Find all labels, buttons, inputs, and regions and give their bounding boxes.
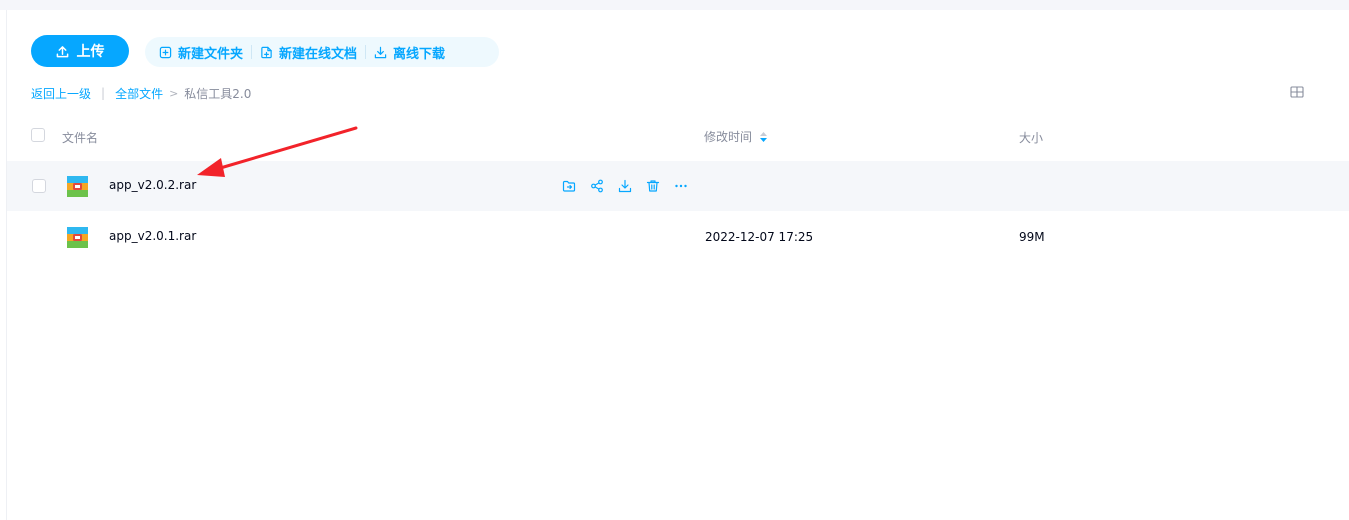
- upload-label: 上传: [76, 44, 105, 60]
- file-name[interactable]: app_v2.0.2.rar: [109, 178, 196, 192]
- column-header-size: 大小: [1019, 131, 1044, 145]
- left-border: [6, 10, 7, 520]
- offline-download-icon: [374, 46, 387, 58]
- move-to-folder-button[interactable]: [560, 178, 578, 194]
- move-to-folder-icon: [562, 180, 576, 192]
- row-actions: [560, 178, 690, 194]
- upload-button[interactable]: 上传: [31, 35, 129, 67]
- new-doc-icon: [261, 46, 272, 58]
- new-folder-label: 新建文件夹: [178, 46, 244, 62]
- select-all-checkbox[interactable]: [31, 128, 45, 142]
- file-name[interactable]: app_v2.0.1.rar: [109, 229, 196, 243]
- back-link[interactable]: 返回上一级: [31, 85, 91, 102]
- file-row[interactable]: app_v2.0.1.rar 2022-12-07 17:25 99M: [7, 212, 1349, 262]
- current-folder: 私信工具2.0: [184, 86, 252, 101]
- grid-view-toggle-icon[interactable]: [1290, 85, 1304, 99]
- new-folder-icon: [159, 46, 172, 58]
- column-header-name: 文件名: [62, 131, 99, 145]
- top-strip: [0, 0, 1349, 10]
- rar-archive-icon: [67, 176, 88, 197]
- delete-icon: [646, 180, 660, 192]
- delete-button[interactable]: [644, 178, 662, 194]
- more-icon: [675, 184, 687, 188]
- share-button[interactable]: [588, 178, 606, 194]
- file-row[interactable]: app_v2.0.2.rar: [7, 161, 1349, 211]
- breadcrumb-separator: |: [101, 86, 106, 100]
- share-icon: [591, 179, 603, 193]
- column-header-time[interactable]: 修改时间: [704, 128, 768, 145]
- more-button[interactable]: [672, 178, 690, 194]
- all-files-link[interactable]: 全部文件: [115, 85, 163, 102]
- file-size: 99M: [1019, 230, 1045, 244]
- breadcrumb-arrow: >: [169, 86, 179, 100]
- upload-icon: [56, 45, 68, 57]
- sort-icon[interactable]: [759, 131, 768, 143]
- breadcrumb: 返回上一级 | 全部文件 > 私信工具2.0: [31, 85, 251, 101]
- new-online-doc-label: 新建在线文档: [279, 46, 358, 62]
- download-button[interactable]: [616, 178, 634, 194]
- file-modified-time: 2022-12-07 17:25: [705, 230, 814, 244]
- rar-archive-icon: [67, 227, 88, 248]
- file-list-header: 文件名 修改时间 大小: [0, 122, 1349, 150]
- new-online-doc-button[interactable]: 新建在线文档: [252, 37, 365, 67]
- download-icon: [618, 179, 632, 193]
- toolbar-group: 新建文件夹 新建在线文档 离线下载: [145, 37, 499, 67]
- offline-download-button[interactable]: 离线下载: [366, 37, 453, 67]
- new-folder-button[interactable]: 新建文件夹: [151, 37, 251, 67]
- row-checkbox[interactable]: [32, 179, 46, 193]
- column-header-time-label: 修改时间: [704, 130, 753, 144]
- offline-download-label: 离线下载: [393, 46, 446, 62]
